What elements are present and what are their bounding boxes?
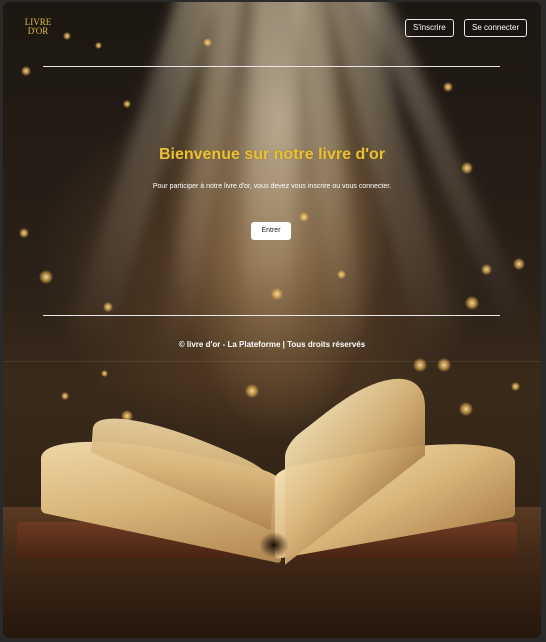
page-frame: LIVRE D'OR S'inscrire Se connecter Bienv…: [3, 2, 541, 638]
login-button[interactable]: Se connecter: [464, 19, 528, 37]
footer-rule: [43, 315, 500, 316]
section-divider: [3, 361, 541, 362]
enter-button[interactable]: Entrer: [251, 222, 291, 240]
signup-button[interactable]: S'inscrire: [405, 19, 454, 37]
logo-line-2: D'OR: [27, 26, 49, 36]
header-rule: [43, 66, 500, 67]
footer-copyright: © livre d'or - La Plateforme | Tous droi…: [178, 340, 366, 349]
page-title: Bienvenue sur notre livre d'or: [158, 146, 386, 163]
page-subtitle: Pour participer à notre livre d'or, vous…: [152, 183, 392, 190]
logo[interactable]: LIVRE D'OR: [23, 18, 53, 36]
